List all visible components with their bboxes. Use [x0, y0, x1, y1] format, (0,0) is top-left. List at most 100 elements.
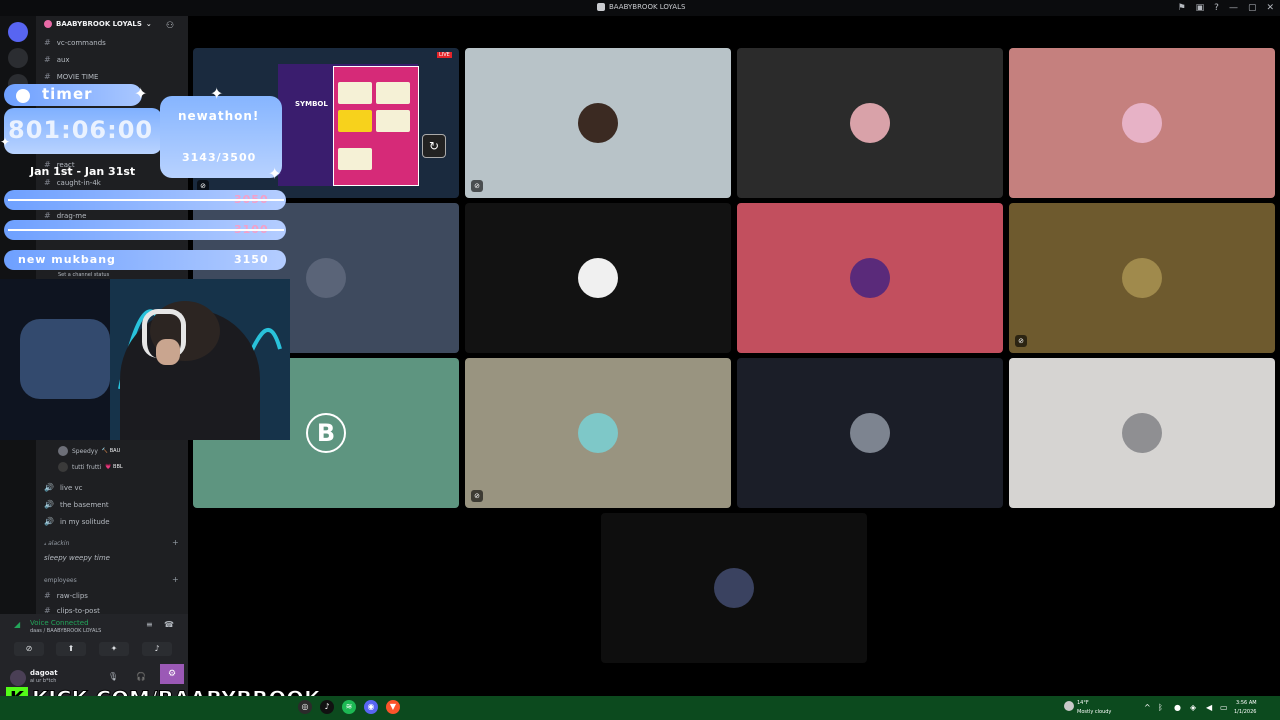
inbox-icon[interactable]: ▣	[1196, 2, 1205, 14]
clock-date[interactable]: 1/1/2026	[1234, 709, 1256, 715]
channel-label: vc-commands	[56, 38, 106, 47]
microphone-icon[interactable]: 🎙	[108, 672, 118, 681]
weather-temp[interactable]: 14°F	[1077, 700, 1089, 706]
screen-share-button[interactable]: ⬆	[56, 642, 86, 656]
headphones-icon[interactable]: 🎧	[136, 672, 146, 681]
volume-icon[interactable]: ◀	[1206, 703, 1212, 712]
avatar	[850, 413, 890, 453]
voice-user-tag: 🔨 BAU	[101, 448, 121, 454]
voice-user-tag: 💗 BBL	[105, 464, 123, 470]
participant-tile[interactable]: ⊘	[465, 48, 731, 198]
soundboard-button[interactable]: ♪	[142, 642, 172, 656]
user-status: ai ur b*tch	[30, 678, 57, 684]
voice-user[interactable]: Speedyy 🔨 BAU	[58, 446, 120, 456]
channel-aux[interactable]: # aux	[44, 55, 70, 64]
timer-value: 801:06:00	[8, 116, 154, 144]
game-button	[338, 148, 372, 170]
maximize-button[interactable]: ▢	[1248, 2, 1257, 14]
channel-status-hint[interactable]: Set a channel status	[58, 272, 109, 278]
tiktok-icon[interactable]: ♪	[320, 700, 334, 714]
goal-value: 3150	[234, 253, 269, 266]
server-header[interactable]: BAABYBROOK LOYALS ⌄	[44, 20, 152, 28]
clock-icon	[16, 89, 30, 103]
replay-icon[interactable]: ↻	[422, 134, 446, 158]
avatar	[58, 446, 68, 456]
game-button	[376, 82, 410, 104]
channel-vc-commands[interactable]: # vc-commands	[44, 38, 106, 47]
participant-tile[interactable]	[737, 358, 1003, 508]
channel-movie-time[interactable]: # MOVIE TIME	[44, 72, 98, 81]
subathon-count: 3143/3500	[182, 151, 257, 164]
goal-strikethrough	[8, 199, 284, 201]
participant-tile[interactable]	[737, 203, 1003, 353]
avatar	[58, 462, 68, 472]
category-header[interactable]: employees	[44, 577, 77, 584]
participant-tile[interactable]	[1009, 48, 1275, 198]
participant-tile[interactable]	[465, 203, 731, 353]
avatar	[714, 568, 754, 608]
gear-icon[interactable]: ⚙	[160, 664, 184, 684]
window-title: BAABYBROOK LOYALS	[597, 3, 685, 11]
camera-off-button[interactable]: ⊘	[14, 642, 44, 656]
hash-icon: #	[44, 38, 51, 47]
network-icon[interactable]: ◈	[1190, 703, 1196, 712]
voice-channel-live-vc[interactable]: 🔊 live vc	[44, 483, 83, 492]
voice-channel-in-my-solitude[interactable]: 🔊 in my solitude	[44, 517, 110, 526]
voice-user-name: Speedyy	[72, 447, 98, 455]
webcam-overlay	[0, 279, 290, 440]
clock-time[interactable]: 3:56 AM	[1236, 700, 1257, 706]
participant-tile[interactable]	[737, 48, 1003, 198]
webcam-face	[156, 339, 180, 365]
close-button[interactable]: ✕	[1266, 2, 1274, 14]
voice-connected-title[interactable]: Voice Connected	[30, 619, 89, 627]
category-header[interactable]: 𝓈 alackin	[44, 540, 69, 548]
discord-icon[interactable]: ◉	[364, 700, 378, 714]
voice-channel-the-basement[interactable]: 🔊 the basement	[44, 500, 109, 509]
brave-icon[interactable]: ▼	[386, 700, 400, 714]
voice-user[interactable]: tutti frutti 💗 BBL	[58, 462, 123, 472]
goal-label: new mukbang	[18, 253, 116, 266]
hash-icon: #	[44, 72, 51, 81]
hash-icon: #	[44, 211, 51, 220]
home-button[interactable]	[8, 22, 28, 42]
pin-icon[interactable]: ⚑	[1178, 2, 1186, 14]
add-member-icon[interactable]: ⚇	[166, 21, 174, 31]
avatar[interactable]	[10, 670, 26, 686]
noise-suppression-icon[interactable]: ≡	[146, 620, 153, 629]
microphone-icon[interactable]: ●	[1174, 703, 1181, 712]
avatar	[1122, 258, 1162, 298]
channel-label: caught-in-4k	[56, 178, 101, 187]
channel-label: the basement	[59, 500, 109, 509]
voice-user-name: tutti frutti	[72, 463, 102, 471]
avatar	[578, 258, 618, 298]
minimize-button[interactable]: —	[1229, 2, 1238, 14]
user-name[interactable]: dagoat	[30, 669, 58, 677]
add-channel-icon[interactable]: +	[172, 575, 179, 584]
server-icon[interactable]	[8, 48, 28, 68]
voice-connected-panel	[0, 614, 188, 664]
activities-button[interactable]: ✦	[99, 642, 129, 656]
subathon-title: newathon!	[178, 109, 260, 123]
muted-icon: ⊘	[471, 180, 483, 192]
app-icon[interactable]: ◎	[298, 700, 312, 714]
participant-tile[interactable]	[1009, 358, 1275, 508]
participant-tile[interactable]: ⊘	[465, 358, 731, 508]
channel-drag-me[interactable]: # drag-me	[44, 211, 86, 220]
battery-icon[interactable]: ▭	[1220, 703, 1228, 712]
help-icon[interactable]: ?	[1214, 2, 1219, 14]
signal-icon[interactable]: ◢	[14, 620, 20, 629]
weather-desc[interactable]: Mostly cloudy	[1077, 709, 1111, 715]
participant-tile[interactable]: ⊘	[1009, 203, 1275, 353]
server-name: BAABYBROOK LOYALS	[56, 20, 142, 28]
channel-caught-in-4k[interactable]: # caught-in-4k	[44, 178, 101, 187]
speaker-icon: 🔊	[44, 517, 54, 526]
disconnect-icon[interactable]: ☎	[164, 620, 174, 629]
chevron-up-icon[interactable]: ^	[1144, 703, 1151, 712]
channel-sleepy-weepy-time[interactable]: sleepy weepy time	[44, 554, 110, 562]
add-channel-icon[interactable]: +	[172, 538, 179, 547]
spotify-icon[interactable]: ≋	[342, 700, 356, 714]
avatar	[306, 258, 346, 298]
bluetooth-icon[interactable]: ᛒ	[1158, 703, 1163, 712]
channel-raw-clips[interactable]: # raw-clips	[44, 591, 88, 600]
participant-tile[interactable]	[601, 513, 867, 663]
